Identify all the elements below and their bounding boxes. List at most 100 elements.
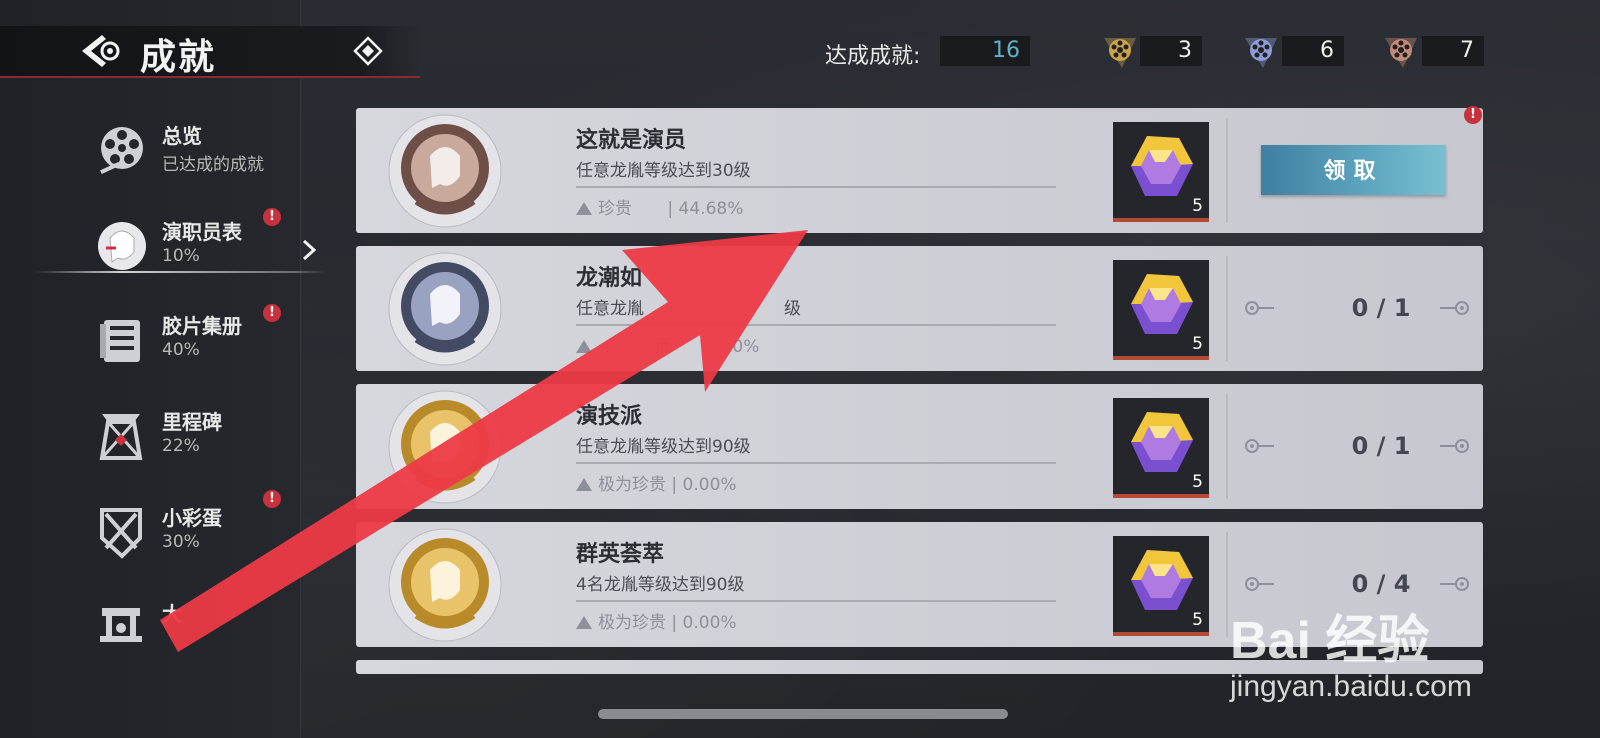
notification-badge: ! [1464,106,1482,124]
sidebar-item-sub: 已达成的成就 [162,155,264,175]
desc-tail: 级 [784,299,801,319]
progress-right-icon [1440,577,1469,591]
progress-text: 0 / 4 [1351,570,1411,598]
claim-button[interactable]: 领取 [1261,145,1446,195]
achievement-rarity: 极为珍贵 | 0.00% [576,470,737,495]
reward-count: 5 [1192,196,1203,216]
rarity-label: 贵 [654,337,671,357]
achievement-desc: 4名龙胤等级达到90级 [576,575,745,595]
watermark-logo: Bai 经验 [1230,612,1430,670]
sidebar-item-sub: 22% [162,436,200,456]
reward-count: 5 [1192,610,1203,630]
achieve-rate: 0% [732,337,760,357]
reward-slot[interactable]: 5 [1113,398,1209,498]
notification-badge: ! [263,208,281,226]
notification-badge: ! [263,490,281,508]
progress-right-icon [1440,439,1469,453]
rarity-label: 珍贵 [598,199,632,219]
achievement-card[interactable]: 龙潮如 任意龙胤 级 贵 0% 5 0 / 1 [356,246,1483,371]
divider [576,324,1056,326]
achievement-desc: 任意龙胤等级达到30级 [576,161,751,181]
sidebar-item-sub: 10% [162,246,200,266]
sidebar-item-label: 大 [162,602,182,626]
achievement-title: 龙潮如 [576,266,643,291]
gold-medal-icon [388,390,502,504]
gem-icon [1131,136,1193,196]
rarity-label: 极为珍贵 [598,613,666,633]
rate-separator: | [671,613,678,633]
achievement-rarity: 极为珍贵 | 0.00% [576,608,737,633]
reward-slot[interactable]: 5 [1113,536,1209,636]
progress-left-icon [1245,301,1274,315]
sidebar-item-label: 里程碑 [162,410,222,434]
desc-head: 任意龙胤 [576,299,644,319]
achievement-card[interactable]: 这就是演员 任意龙胤等级达到30级 珍贵 | 44.68% 5 领取 ! [356,106,1483,233]
portrait-icon [98,222,146,270]
progress-text: 0 / 1 [1351,432,1411,460]
reward-count: 5 [1192,472,1203,492]
diamond-menu-icon[interactable] [353,36,383,66]
gem-icon [1131,412,1193,472]
sidebar-item-milestone[interactable]: 里程碑 22% [90,402,300,472]
achieved-count: 16 [940,36,1030,66]
achieve-rate: 0.00% [682,475,737,495]
sidebar-item-overview[interactable]: 总览 已达成的成就 [90,116,300,186]
bronze-reel-icon [1385,38,1417,68]
gold-count: 3 [1140,36,1202,66]
divider [1226,256,1228,361]
sidebar-item-sub: 40% [162,340,200,360]
sidebar-item-sub: 30% [162,532,200,552]
achievement-desc: 任意龙胤 级 [576,294,801,319]
silver-reel-icon [1245,38,1277,68]
watermark-url: jingyan.baidu.com [1230,670,1472,703]
rarity-label: 极为珍贵 [598,475,666,495]
divider [576,600,1056,602]
sidebar-item-film-album[interactable]: 胶片集册 40% ! [90,304,300,376]
divider [576,462,1056,464]
page-title: 成就 [140,37,217,78]
sidebar-item-label: 演职员表 [162,220,242,244]
gold-medal-icon [388,528,502,642]
reward-slot[interactable]: 5 [1113,260,1209,360]
rarity-icon [576,340,592,353]
bronze-count: 7 [1422,36,1484,66]
book-icon [100,320,140,362]
rate-separator: | [671,475,678,495]
rarity-icon [576,202,592,215]
progress-right-icon [1440,301,1469,315]
achieve-rate: 0.00% [682,613,737,633]
home-indicator[interactable] [598,709,1008,719]
reward-slot[interactable]: 5 [1113,122,1209,222]
sidebar-item-label: 胶片集册 [162,314,242,338]
achievement-rarity: 珍贵 | 44.68% [576,194,743,219]
achievement-title: 群英荟萃 [576,542,665,567]
gem-icon [1131,550,1193,610]
achieve-rate: 44.68% [678,199,744,219]
silver-medal-icon [388,252,502,366]
shield-icon [100,508,142,559]
gem-icon [1131,274,1193,334]
achievement-desc: 任意龙胤等级达到90级 [576,437,751,457]
rate-separator: | [667,199,674,219]
silver-count: 6 [1282,36,1344,66]
progress-left-icon [1245,577,1274,591]
divider [1226,532,1228,637]
back-icon[interactable] [80,31,126,71]
achievement-title: 演技派 [576,404,643,429]
divider [1226,118,1228,223]
gold-reel-icon [1104,38,1136,68]
watermark: Bai 经验 jingyan.baidu.com [1230,598,1520,728]
achievement-rarity: 贵 0% [576,332,759,357]
achievement-title: 这就是演员 [576,128,687,153]
sidebar-item-label: 总览 [162,124,202,148]
rarity-icon [576,478,592,491]
notification-badge: ! [263,304,281,322]
divider [576,186,1056,188]
tower-icon [99,414,143,460]
chevron-right-icon [302,239,317,261]
achievement-card[interactable]: 演技派 任意龙胤等级达到90级 极为珍贵 | 0.00% 5 0 / 1 [356,384,1483,509]
sidebar-item-label: 小彩蛋 [162,506,222,530]
sidebar-item-stage[interactable]: 大 [90,594,300,664]
sidebar-item-easter-egg[interactable]: 小彩蛋 30% ! [90,490,300,568]
rarity-icon [576,616,592,629]
